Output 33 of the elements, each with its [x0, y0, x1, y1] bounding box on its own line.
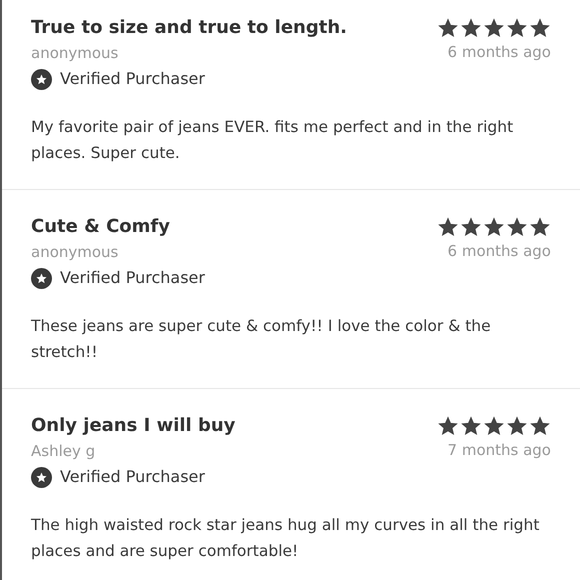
- star-icon: [506, 17, 528, 39]
- star-icon: [437, 415, 459, 437]
- review-time: 6 months ago: [448, 241, 551, 262]
- verified-label: Verified Purchaser: [60, 466, 205, 488]
- review-title: True to size and true to length.: [31, 16, 347, 40]
- review-title: Only jeans I will buy: [31, 414, 236, 438]
- review-text: The high waisted rock star jeans hug all my curves in all the right places and are super comfortable!: [31, 515, 540, 562]
- star-icon: [483, 17, 505, 39]
- star-badge-icon: [31, 68, 52, 90]
- review-time: 7 months ago: [448, 440, 551, 461]
- star-icon: [483, 216, 505, 238]
- author-name: anonymous: [31, 43, 120, 64]
- star-icon: [506, 216, 528, 238]
- star-icon: [460, 415, 482, 437]
- review-title: Cute & Comfy: [31, 215, 170, 239]
- star-icon: [460, 17, 482, 39]
- star-badge-icon: [31, 466, 52, 488]
- verified-label: Verified Purchaser: [60, 267, 205, 289]
- star-icon: [483, 415, 505, 437]
- star-icon: [529, 415, 551, 437]
- star-icon: [437, 216, 459, 238]
- review-text: These jeans are super cute & comfy!! I love the color & the stretch!!: [31, 316, 492, 363]
- star-icon: [529, 216, 551, 238]
- star-badge-icon: [31, 268, 52, 288]
- star-icon: [460, 216, 482, 238]
- review-time: 6 months ago: [448, 42, 551, 63]
- verified-label: Verified Purchaser: [60, 68, 205, 90]
- author-name: anonymous: [31, 242, 120, 263]
- star-icon: [437, 17, 459, 39]
- star-icon: [506, 415, 528, 437]
- author-name: Ashley g: [31, 441, 96, 462]
- star-icon: [529, 17, 551, 39]
- review-text: My favorite pair of jeans EVER. fits me perfect and in the right places. Super cute.: [31, 117, 514, 164]
